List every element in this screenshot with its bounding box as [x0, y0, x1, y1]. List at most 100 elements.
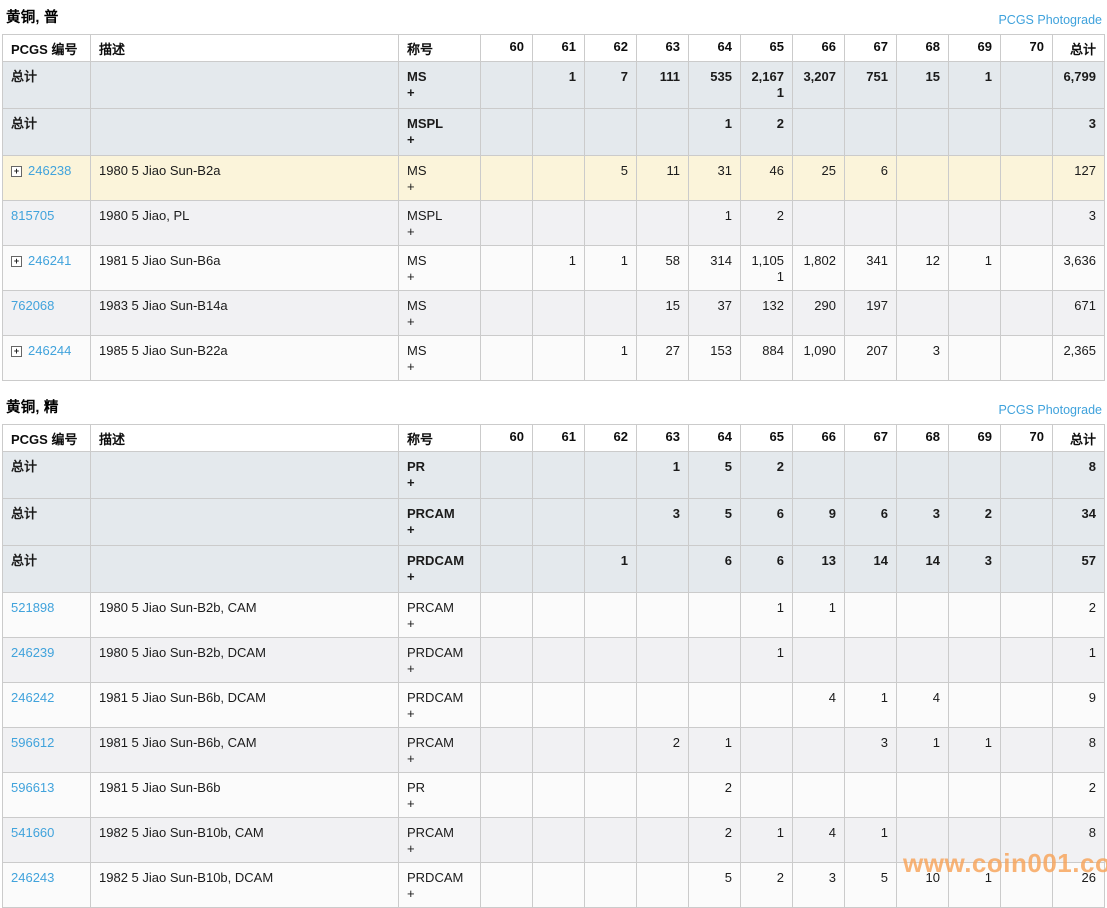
grade-count-cell: 10	[896, 862, 949, 908]
grade-count: 15	[665, 298, 680, 313]
grade-count: 1	[880, 825, 888, 840]
grade-count-cell	[532, 155, 585, 201]
designation-cell: MS +	[398, 245, 481, 291]
grade-count-cell	[792, 772, 845, 818]
column-header: 称号	[398, 424, 481, 452]
grade-count-cell: 4	[792, 817, 845, 863]
pcgs-number-link[interactable]: 246243	[11, 870, 54, 885]
pcgs-number-link[interactable]: 246242	[11, 690, 54, 705]
pcgs-number-link[interactable]: 246244	[28, 343, 71, 358]
grade-count-cell	[1000, 772, 1053, 818]
pcgs-number-link[interactable]: 815705	[11, 208, 54, 223]
designation-plus-label: +	[407, 796, 415, 811]
grade-count-cell	[584, 772, 637, 818]
grade-count-cell: 5	[584, 155, 637, 201]
grade-count-cell	[792, 727, 845, 773]
pcgs-number-link[interactable]: 246239	[11, 645, 54, 660]
designation-label: MSPL	[407, 116, 444, 131]
pcgs-number-link[interactable]: 596613	[11, 780, 54, 795]
designation-plus-label: +	[407, 616, 415, 631]
column-header: PCGS 编号	[2, 424, 91, 452]
expand-icon[interactable]: +	[11, 346, 22, 357]
description-cell	[90, 545, 399, 593]
grade-count-cell	[948, 682, 1001, 728]
grade-count-cell	[480, 108, 533, 156]
grade-count-cell: 1	[896, 727, 949, 773]
grade-count-cell: 3	[1052, 108, 1105, 156]
grade-count: 1	[568, 253, 576, 268]
grade-count-cell: 341	[844, 245, 897, 291]
grade-count-cell: 3,636	[1052, 245, 1105, 291]
grade-count: 1	[1088, 645, 1096, 660]
designation-cell: MS +	[398, 155, 481, 201]
column-header: 65	[740, 34, 793, 62]
grade-count-cell	[896, 451, 949, 499]
column-header: 63	[636, 424, 689, 452]
grade-count: 127	[1074, 163, 1096, 178]
designation-cell: PRDCAM +	[398, 862, 481, 908]
grade-count: 2	[776, 870, 784, 885]
pcgs-photograde-link[interactable]: PCGS Photograde	[998, 403, 1102, 417]
grade-count-cell: 132	[740, 290, 793, 336]
grade-count-cell: 1	[688, 727, 741, 773]
pcgs-photograde-link[interactable]: PCGS Photograde	[998, 13, 1102, 27]
expand-icon[interactable]: +	[11, 166, 22, 177]
designation-label: MS	[407, 298, 427, 313]
grade-count-cell: 3	[844, 727, 897, 773]
pcgs-number-link[interactable]: 596612	[11, 735, 54, 750]
grade-count-cell	[1000, 200, 1053, 246]
total-row: 总计 PRDCAM +1 6 6 13 14 14 3 57	[2, 545, 1105, 593]
grade-count: 5	[724, 459, 732, 474]
pcgs-number-cell: 总计	[2, 61, 91, 109]
column-header: 70	[1000, 34, 1053, 62]
total-label: 总计	[11, 116, 38, 131]
grade-count-cell	[1000, 545, 1053, 593]
grade-count-cell	[532, 498, 585, 546]
column-header: 64	[688, 34, 741, 62]
pcgs-number-link[interactable]: 521898	[11, 600, 54, 615]
population-table-section: 黄铜, 普 PCGS Photograde PCGS 编号 描述 称号 60 61 62 63 6…	[2, 0, 1105, 381]
grade-count-cell	[948, 335, 1001, 381]
grade-count: 6,799	[1063, 69, 1096, 84]
coin-description: 1980 5 Jiao Sun-B2a	[99, 163, 221, 178]
grade-count: 34	[1081, 506, 1096, 521]
grade-count-cell	[896, 592, 949, 638]
expand-icon[interactable]: +	[11, 256, 22, 267]
grade-count-cell: 3	[792, 862, 845, 908]
grade-count-cell: 37	[688, 290, 741, 336]
pcgs-number-link[interactable]: 541660	[11, 825, 54, 840]
grade-count: 884	[762, 343, 784, 358]
pcgs-number-link[interactable]: 246241	[28, 253, 71, 268]
pcgs-number-link[interactable]: 246238	[28, 163, 71, 178]
column-header: 60	[480, 34, 533, 62]
grade-count-cell	[1000, 727, 1053, 773]
grade-count-cell: 6	[844, 155, 897, 201]
grade-count-cell: 207	[844, 335, 897, 381]
pcgs-number-cell: 596612	[2, 727, 91, 773]
grade-count-cell: 2,365	[1052, 335, 1105, 381]
coin-description: 1985 5 Jiao Sun-B22a	[99, 343, 228, 358]
grade-count-cell	[636, 200, 689, 246]
designation-plus-label: +	[407, 85, 415, 100]
grade-count: 11	[666, 163, 681, 178]
coin-description: 1980 5 Jiao Sun-B2b, DCAM	[99, 645, 266, 660]
description-cell: 1980 5 Jiao Sun-B2b, DCAM	[90, 637, 399, 683]
grade-count: 2	[776, 459, 784, 474]
grade-count-cell: 2	[1052, 772, 1105, 818]
grade-count-cell	[480, 61, 533, 109]
table-row: 596612 1981 5 Jiao Sun-B6b, CAM PRCAM +2 1 3 1…	[2, 727, 1105, 773]
grade-count-cell	[636, 545, 689, 593]
grade-count: 1	[724, 116, 732, 131]
grade-count: 1	[776, 600, 784, 615]
grade-count-cell	[792, 451, 845, 499]
grade-count: 9	[1088, 690, 1096, 705]
grade-count: 132	[762, 298, 784, 313]
grade-count: 1	[724, 208, 732, 223]
grade-count-cell	[948, 200, 1001, 246]
grade-count-cell	[896, 155, 949, 201]
grade-count-cell	[844, 451, 897, 499]
pcgs-number-cell: 总计	[2, 108, 91, 156]
grade-count-cell: 1	[532, 61, 585, 109]
grade-count-cell	[532, 290, 585, 336]
pcgs-number-link[interactable]: 762068	[11, 298, 54, 313]
